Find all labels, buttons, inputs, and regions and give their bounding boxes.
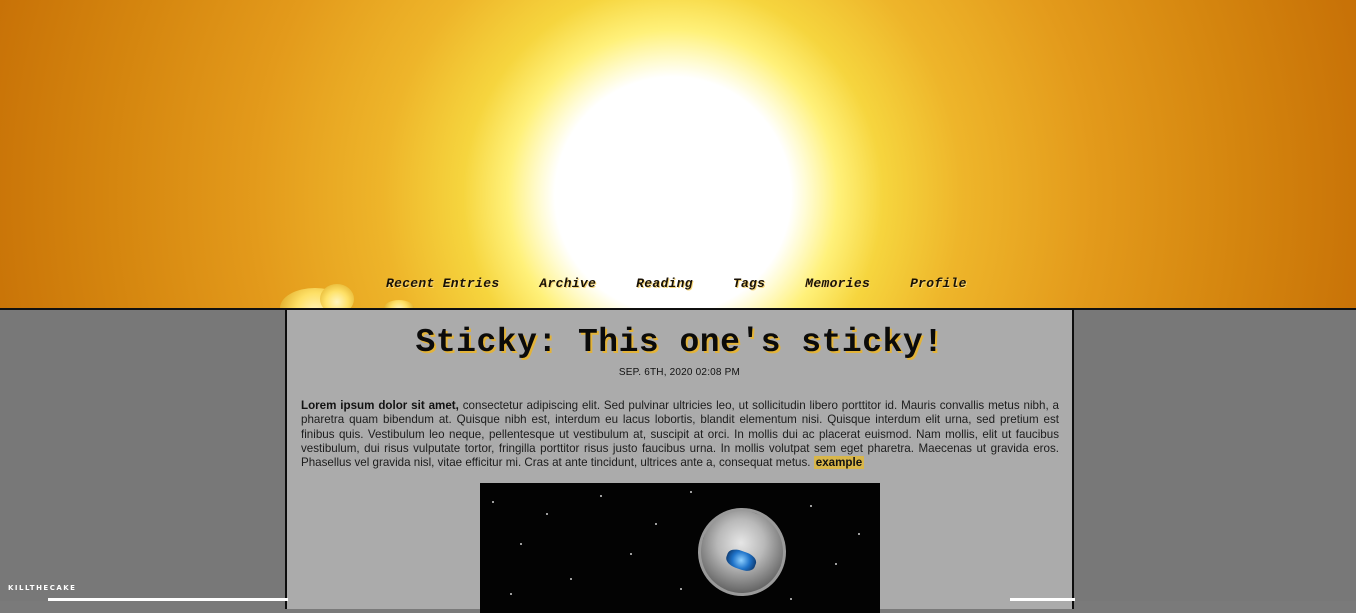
- star: [520, 543, 522, 545]
- star: [600, 495, 602, 497]
- star: [680, 588, 682, 590]
- nav-archive[interactable]: Archive: [539, 276, 596, 291]
- nav-profile[interactable]: Profile: [910, 276, 967, 291]
- star: [570, 578, 572, 580]
- star: [858, 533, 860, 535]
- robot-core-icon: [685, 495, 799, 609]
- site-credit[interactable]: KILLTHECAKE: [8, 584, 76, 592]
- nav-memories[interactable]: Memories: [805, 276, 870, 291]
- star: [790, 598, 792, 600]
- nav-recent-entries[interactable]: Recent Entries: [386, 276, 499, 291]
- star: [546, 513, 548, 515]
- star: [690, 491, 692, 493]
- example-link[interactable]: example: [813, 456, 865, 470]
- nav-reading[interactable]: Reading: [636, 276, 693, 291]
- left-sidebar: [0, 310, 285, 601]
- nav-tags[interactable]: Tags: [733, 276, 765, 291]
- entry-title[interactable]: Sticky: This one's sticky!: [287, 324, 1072, 361]
- main-nav: Recent Entries Archive Reading Tags Memo…: [386, 276, 1007, 291]
- entry-date: SEP. 6TH, 2020 02:08 PM: [618, 367, 741, 378]
- space-robot-image: [480, 483, 880, 613]
- star: [492, 501, 494, 503]
- robot-eye-icon: [723, 546, 759, 574]
- star: [655, 523, 657, 525]
- entry-container: Sticky: This one's sticky! SEP. 6TH, 202…: [285, 309, 1074, 613]
- right-sidebar: [1073, 310, 1356, 601]
- star: [835, 563, 837, 565]
- entry-body: Lorem ipsum dolor sit amet, consectetur …: [301, 399, 1059, 470]
- star: [510, 593, 512, 595]
- entry-body-bold: Lorem ipsum dolor sit amet,: [301, 399, 459, 412]
- cloud-decoration: [320, 284, 354, 308]
- star: [630, 553, 632, 555]
- header-banner: Recent Entries Archive Reading Tags Memo…: [0, 0, 1356, 310]
- star: [810, 505, 812, 507]
